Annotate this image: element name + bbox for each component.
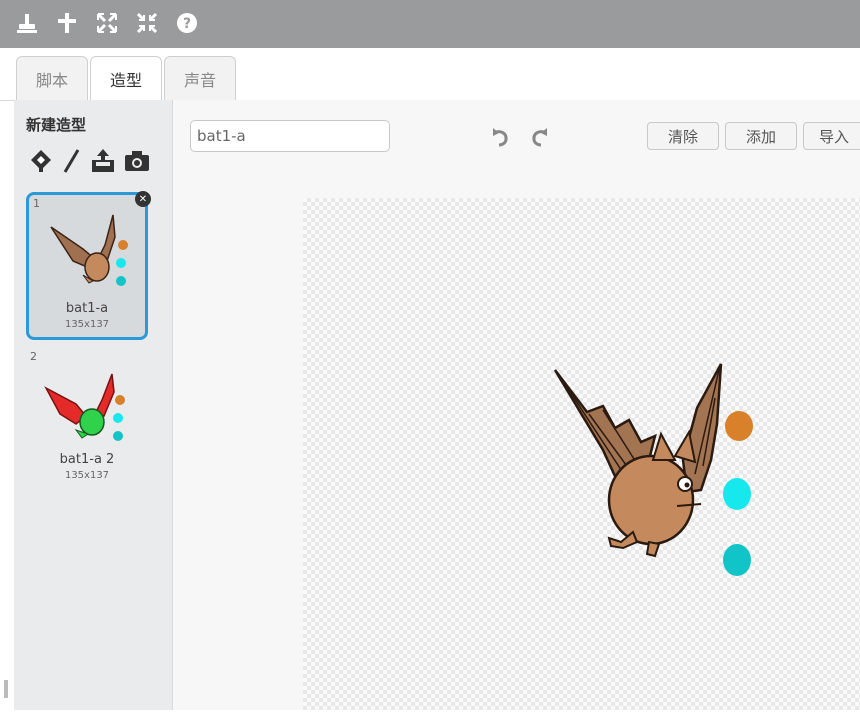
shrink-icon[interactable] (132, 8, 162, 38)
stamp-icon[interactable] (12, 8, 42, 38)
tab-bar: 脚本 造型 声音 (0, 48, 860, 101)
new-costume-tools (26, 144, 166, 180)
tab-scripts[interactable]: 脚本 (16, 56, 88, 100)
costume-name: bat1-a 2 (59, 452, 115, 467)
choose-from-library-icon[interactable] (26, 144, 56, 178)
clear-button[interactable]: 清除 (647, 122, 719, 150)
bat-brown-thumbnail (50, 214, 128, 286)
costume-size: 135x137 (64, 470, 110, 481)
drawing-canvas[interactable] (303, 198, 860, 710)
grow-icon[interactable] (92, 8, 122, 38)
bat-red-green-thumbnail (44, 373, 125, 441)
costume-number: 1 (33, 197, 40, 210)
svg-text:?: ? (183, 16, 191, 32)
scrollbar-handle[interactable] (4, 680, 8, 698)
import-button[interactable]: 导入 (803, 122, 860, 150)
paint-brush-icon[interactable] (56, 144, 86, 178)
costume-toolbar: ? (0, 0, 860, 48)
costume-list-pane: 新建造型 1 ✕ bat1-a 135x137 2 bat1-a 2 135x1… (14, 100, 173, 710)
delete-cut-icon[interactable] (52, 8, 82, 38)
camera-icon[interactable] (122, 144, 152, 178)
add-button[interactable]: 添加 (725, 122, 797, 150)
tab-costumes[interactable]: 造型 (90, 56, 162, 101)
costume-item-1[interactable]: 1 ✕ bat1-a 135x137 (26, 191, 151, 340)
tab-sounds[interactable]: 声音 (164, 56, 236, 100)
costume-number: 2 (30, 350, 37, 363)
costume-name-input[interactable] (190, 120, 390, 152)
costume-name: bat1-a (65, 301, 109, 316)
costume-item-2[interactable]: 2 bat1-a 2 135x137 (26, 348, 148, 496)
costume-size: 135x137 (64, 319, 110, 330)
paint-editor: 清除 添加 导入 (173, 100, 860, 710)
new-costume-label: 新建造型 (26, 116, 87, 134)
upload-icon[interactable] (88, 144, 118, 178)
bat-costume-artwork (553, 363, 753, 576)
close-icon[interactable]: ✕ (135, 191, 151, 207)
help-icon[interactable]: ? (172, 8, 202, 38)
undo-icon[interactable] (485, 122, 513, 150)
redo-icon[interactable] (527, 122, 555, 150)
